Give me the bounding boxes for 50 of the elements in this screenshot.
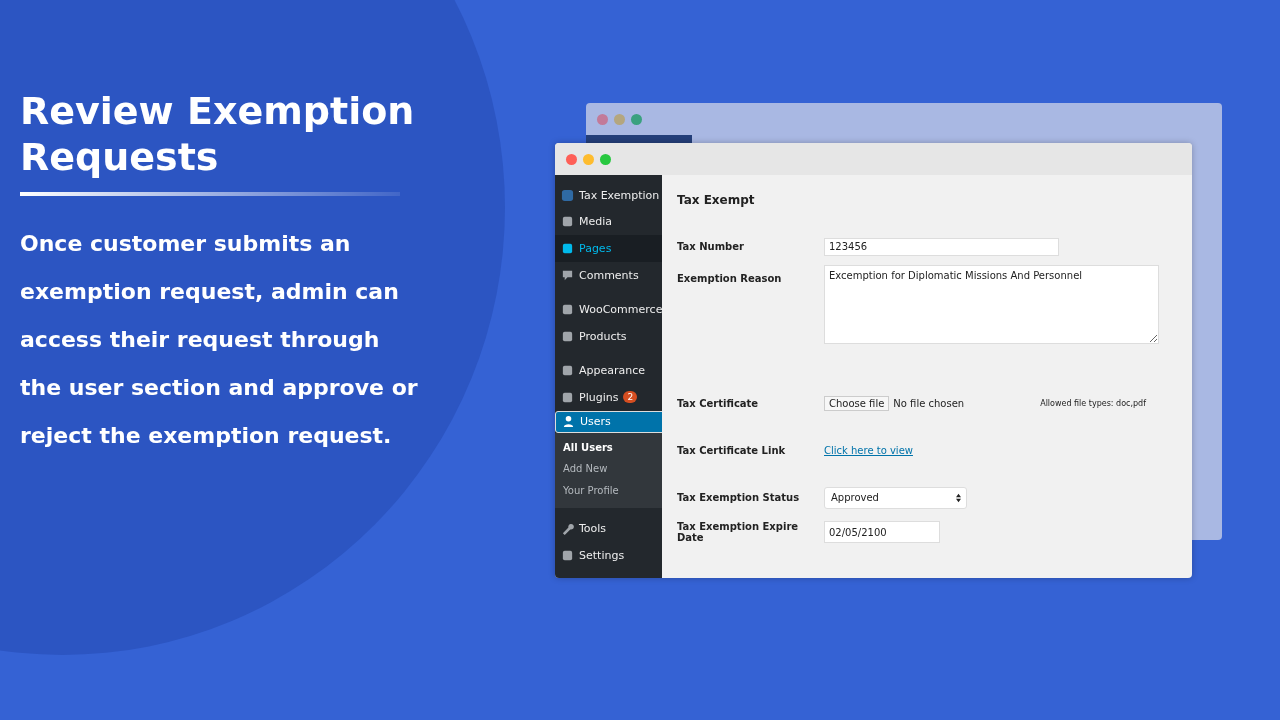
menu-icon [561,303,574,317]
field-label: Exemption Reason [677,273,783,284]
count-badge: 2 [623,391,638,404]
field-label: Tax Exemption Expire Date [677,521,800,543]
close-dot-icon[interactable] [566,153,577,165]
menu-icon [561,522,574,536]
menu-icon [561,364,574,378]
close-dot-icon [597,113,608,125]
minimize-dot-icon [614,113,625,125]
maximize-dot-icon [631,113,642,125]
sidebar-item[interactable]: Users [555,410,662,433]
headline: Review Exemption Requests [20,88,416,180]
sidebar-item[interactable]: Plugins 2 [555,384,662,411]
maximize-dot-icon[interactable] [600,153,611,165]
sidebar-item[interactable]: Settings [555,542,662,569]
menu-icon [561,329,574,343]
field-label: Tax Certificate [677,398,760,409]
sidebar-item[interactable]: Pages [555,235,662,262]
menu-icon [561,242,574,255]
menu-icon [561,188,574,202]
submenu-item[interactable]: All Users [555,436,662,459]
field-label: Tax Certificate Link [677,445,787,456]
file-type-hint: Allowed file types: doc,pdf [1040,399,1146,408]
sidebar-item[interactable]: Appearance [555,357,662,385]
sidebar-item[interactable]: WooCommerce [555,296,662,323]
menu-icon [561,548,574,562]
submenu-item[interactable]: Add New [555,458,662,480]
minimize-dot-icon[interactable] [583,153,594,165]
date-field[interactable]: 02/05/2100 [824,521,940,543]
file-status: No file chosen [893,398,965,409]
sidebar-item[interactable]: Tools [555,515,662,543]
sidebar-item[interactable]: Media [555,208,662,236]
reason-textarea[interactable]: Excemption for Diplomatic Missions And Personnel [824,265,1159,344]
form-title: Tax Exempt [677,193,756,209]
sidebar-item[interactable]: Comments [555,261,662,289]
view-link[interactable]: Click here to view [824,445,913,456]
menu-icon [561,268,574,282]
choose-file-button[interactable]: Choose file [824,396,890,411]
tax-number-field[interactable]: 123456 [824,237,1059,256]
field-label: Tax Number [677,241,745,252]
updown-icon [956,492,961,503]
menu-icon [561,390,574,404]
submenu-item[interactable]: Your Profile [555,479,662,502]
status-select[interactable]: Approved [824,486,967,509]
menu-icon [561,215,574,229]
menu-icon [562,415,575,429]
field-label: Tax Exemption Status [677,492,801,503]
sidebar-item[interactable]: Tax Exemption [555,182,662,209]
sidebar-item[interactable]: Products [555,322,662,350]
description: Once customer submits an exemption request, admin can access their request through the user section and approve or reject the exemption request. [20,230,419,450]
